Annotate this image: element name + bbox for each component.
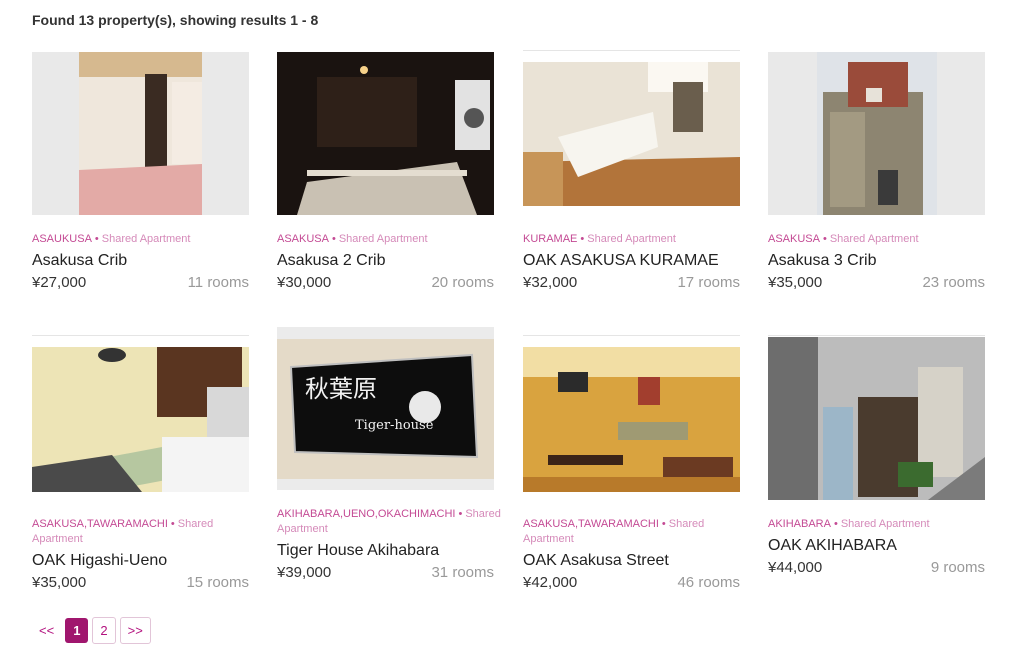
- property-area[interactable]: KURAMAE: [523, 233, 577, 245]
- property-title[interactable]: OAK Higashi-Ueno: [32, 551, 249, 571]
- property-area[interactable]: ASAKUSA: [277, 233, 329, 245]
- property-area[interactable]: AKIHABARA: [768, 518, 831, 530]
- property-rooms: 46 rooms: [677, 574, 740, 591]
- property-price: ¥27,000: [32, 274, 87, 291]
- property-rooms: 23 rooms: [922, 274, 985, 291]
- property-area[interactable]: ASAKUSA,TAWARAMACHI: [32, 518, 168, 530]
- property-title[interactable]: Asakusa Crib: [32, 251, 249, 271]
- property-type: Shared Apartment: [587, 233, 676, 245]
- property-title[interactable]: OAK Asakusa Street: [523, 551, 740, 571]
- property-meta: KURAMAE • Shared Apartment: [523, 233, 676, 245]
- property-meta: AKIHABARA • Shared Apartment: [768, 518, 930, 530]
- property-card[interactable]: AKIHABARA • Shared Apartment OAK AKIHABARA…: [768, 335, 985, 576]
- property-rooms: 9 rooms: [930, 559, 985, 576]
- next-page-link[interactable]: >>: [119, 617, 151, 644]
- property-price: ¥30,000: [277, 274, 332, 291]
- property-price: ¥39,000: [277, 564, 332, 581]
- property-meta: ASAKUSA • Shared Apartment: [768, 233, 919, 245]
- property-meta: ASAKUSA,TAWARAMACHI • Shared Apartment: [32, 518, 214, 545]
- property-rooms: 31 rooms: [431, 564, 494, 581]
- property-title[interactable]: OAK ASAKUSA KURAMAE: [523, 251, 740, 271]
- property-meta: ASAKUSA,TAWARAMACHI • Shared Apartment: [523, 518, 705, 545]
- property-area[interactable]: ASAKUSA,TAWARAMACHI: [523, 518, 659, 530]
- property-rooms: 20 rooms: [431, 274, 494, 291]
- property-type: Shared Apartment: [840, 518, 930, 530]
- divider: [768, 335, 985, 336]
- sign-kanji: 秋葉原: [305, 375, 377, 403]
- property-rooms: 17 rooms: [677, 274, 740, 291]
- property-meta: ASAUKUSA • Shared Apartment: [32, 233, 191, 245]
- property-title[interactable]: Tiger House Akihabara: [277, 541, 494, 561]
- property-price: ¥32,000: [523, 274, 578, 291]
- property-area[interactable]: AKIHABARA,UENO,OKACHIMACHI: [277, 508, 455, 520]
- page-2-link[interactable]: 2: [92, 617, 116, 644]
- property-title[interactable]: Asakusa 3 Crib: [768, 251, 985, 271]
- property-card[interactable]: ASAKUSA • Shared Apartment Asakusa 3 Crib …: [768, 52, 985, 291]
- property-photo[interactable]: [768, 52, 985, 215]
- property-card[interactable]: KURAMAE • Shared Apartment OAK ASAKUSA KUR…: [523, 50, 740, 291]
- property-price: ¥35,000: [768, 274, 823, 291]
- property-type: Shared Apartment: [101, 233, 191, 245]
- property-card[interactable]: ASAKUSA,TAWARAMACHI • Shared Apartment OAK…: [32, 335, 249, 591]
- property-card[interactable]: ASAUKUSA • Shared Apartment Asakusa Crib ¥…: [32, 52, 249, 291]
- property-meta: ASAKUSA • Shared Apartment: [277, 233, 428, 245]
- property-type: Shared Apartment: [829, 233, 919, 245]
- property-area[interactable]: ASAUKUSA: [32, 233, 92, 245]
- property-photo[interactable]: [32, 337, 249, 500]
- property-card[interactable]: 秋葉原 Tiger-house AKIHABARA,UENO,OKACHIMAC…: [277, 327, 501, 581]
- divider: [523, 50, 740, 51]
- property-rooms: 15 rooms: [186, 574, 249, 591]
- property-type: Shared Apartment: [338, 233, 428, 245]
- property-meta: AKIHABARA,UENO,OKACHIMACHI • Shared Apartm…: [277, 508, 501, 535]
- property-photo[interactable]: [277, 52, 494, 215]
- property-rooms: 11 rooms: [187, 274, 249, 291]
- property-title[interactable]: OAK AKIHABARA: [768, 536, 985, 556]
- divider: [32, 335, 249, 336]
- property-card[interactable]: ASAKUSA • Shared Apartment Asakusa 2 Crib …: [277, 52, 494, 291]
- property-area[interactable]: ASAKUSA: [768, 233, 820, 245]
- property-card[interactable]: ASAKUSA,TAWARAMACHI • Shared Apartment OAK…: [523, 335, 740, 591]
- property-price: ¥44,000: [768, 559, 823, 576]
- results-summary: Found 13 property(s), showing results 1 …: [32, 12, 319, 28]
- divider: [523, 335, 740, 336]
- property-price: ¥35,000: [32, 574, 87, 591]
- property-photo[interactable]: [768, 337, 985, 500]
- page-1-link[interactable]: 1: [65, 618, 89, 643]
- property-price: ¥42,000: [523, 574, 578, 591]
- property-photo[interactable]: [523, 52, 740, 215]
- property-photo[interactable]: 秋葉原 Tiger-house: [277, 327, 494, 490]
- property-photo[interactable]: [32, 52, 249, 215]
- property-title[interactable]: Asakusa 2 Crib: [277, 251, 494, 271]
- prev-page-link[interactable]: <<: [32, 618, 61, 643]
- pagination: << 1 2 >>: [32, 617, 151, 644]
- property-photo[interactable]: [523, 337, 740, 500]
